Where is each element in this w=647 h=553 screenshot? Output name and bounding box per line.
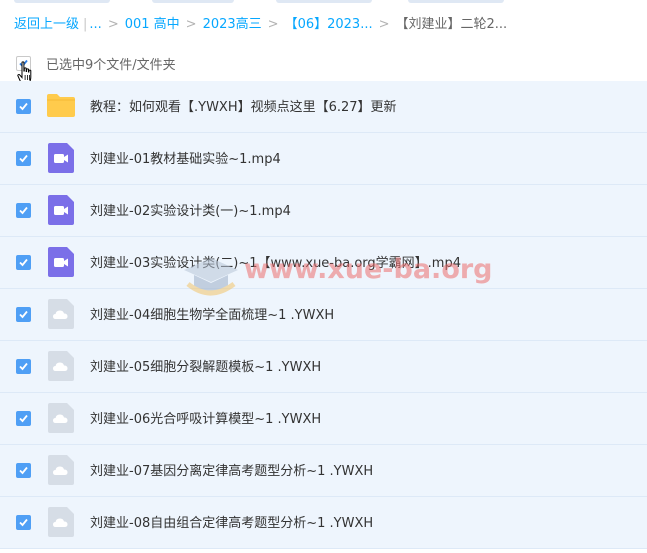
row-checkbox[interactable] (16, 359, 31, 374)
back-link[interactable]: 返回上一级 (14, 17, 79, 32)
row-checkbox[interactable] (16, 411, 31, 426)
list-item[interactable]: 刘建业-01教材基础实验~1.mp4 (0, 133, 647, 185)
file-name[interactable]: 刘建业-08自由组合定律高考题型分析~1 .YWXH (90, 512, 373, 531)
folder-icon (47, 94, 75, 117)
file-name[interactable]: 教程：如何观看【.YWXH】视频点这里【6.27】更新 (90, 96, 397, 115)
file-list: 教程：如何观看【.YWXH】视频点这里【6.27】更新 刘建业-01教材基础实验… (0, 81, 647, 549)
video-file-icon (48, 195, 74, 225)
list-item[interactable]: 刘建业-08自由组合定律高考题型分析~1 .YWXH (0, 497, 647, 549)
row-checkbox[interactable] (16, 515, 31, 530)
video-file-icon (48, 247, 74, 277)
cloud-file-icon (48, 507, 74, 537)
selection-count-text: 已选中9个文件/文件夹 (46, 58, 176, 73)
file-name[interactable]: 刘建业-04细胞生物学全面梳理~1 .YWXH (90, 304, 334, 323)
list-item[interactable]: 刘建业-02实验设计类(一)~1.mp4 (0, 185, 647, 237)
list-item[interactable]: 刘建业-03实验设计类(二)~1【www.xue-ba.org学霸网】.mp4 (0, 237, 647, 289)
file-name[interactable]: 刘建业-05细胞分裂解题模板~1 .YWXH (90, 356, 321, 375)
file-name[interactable]: 刘建业-03实验设计类(二)~1【www.xue-ba.org学霸网】.mp4 (90, 252, 461, 271)
breadcrumb: 返回上一级 |... >001 高中 >2023高三 > 【06】2023... > 【刘建业… (14, 17, 508, 32)
cloud-file-icon (48, 455, 74, 485)
file-name[interactable]: 刘建业-07基因分离定律高考题型分析~1 .YWXH (90, 460, 373, 479)
breadcrumb-item-2[interactable]: 2023高三 (203, 17, 262, 32)
file-name[interactable]: 刘建业-01教材基础实验~1.mp4 (90, 148, 281, 167)
row-checkbox[interactable] (16, 99, 31, 114)
breadcrumb-current: 【刘建业】二轮2... (395, 17, 508, 32)
list-item[interactable]: 刘建业-05细胞分裂解题模板~1 .YWXH (0, 341, 647, 393)
file-name[interactable]: 刘建业-02实验设计类(一)~1.mp4 (90, 200, 291, 219)
top-tab-strip (0, 0, 647, 4)
selection-bar: 已选中9个文件/文件夹 (0, 50, 647, 76)
cloud-file-icon (48, 299, 74, 329)
cloud-file-icon (48, 403, 74, 433)
row-checkbox[interactable] (16, 203, 31, 218)
cloud-file-icon (48, 351, 74, 381)
video-file-icon (48, 143, 74, 173)
row-checkbox[interactable] (16, 307, 31, 322)
list-item[interactable]: 教程：如何观看【.YWXH】视频点这里【6.27】更新 (0, 81, 647, 133)
list-item[interactable]: 刘建业-04细胞生物学全面梳理~1 .YWXH (0, 289, 647, 341)
row-checkbox[interactable] (16, 255, 31, 270)
breadcrumb-item-1[interactable]: 001 高中 (125, 17, 180, 32)
list-item[interactable]: 刘建业-06光合呼吸计算模型~1 .YWXH (0, 393, 647, 445)
breadcrumb-item-3[interactable]: 【06】2023... (285, 17, 373, 32)
row-checkbox[interactable] (16, 151, 31, 166)
row-checkbox[interactable] (16, 463, 31, 478)
file-name[interactable]: 刘建业-06光合呼吸计算模型~1 .YWXH (90, 408, 321, 427)
breadcrumb-ellipsis[interactable]: ... (89, 17, 101, 32)
list-item[interactable]: 刘建业-07基因分离定律高考题型分析~1 .YWXH (0, 445, 647, 497)
